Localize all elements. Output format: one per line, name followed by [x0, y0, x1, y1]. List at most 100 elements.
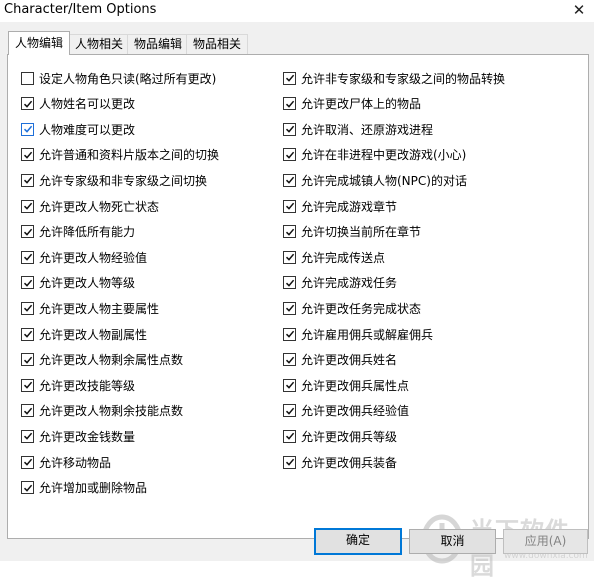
option-checkbox-row[interactable]: 允许更改人物等级	[21, 274, 135, 292]
option-checkbox-row[interactable]: 允许更改佣兵装备	[283, 453, 397, 471]
option-label: 允许普通和资料片版本之间的切换	[39, 148, 220, 163]
option-checkbox-row[interactable]: 允许更改人物剩余属性点数	[21, 351, 183, 369]
option-checkbox-row[interactable]: 人物姓名可以更改	[21, 95, 135, 113]
checkbox-checked-icon[interactable]	[283, 71, 296, 85]
option-label: 允许更改人物剩余技能点数	[39, 404, 184, 419]
option-checkbox-row[interactable]: 允许更改佣兵属性点	[283, 376, 409, 394]
option-checkbox-row[interactable]: 允许专家级和非专家级之间切换	[21, 171, 207, 189]
option-label: 允许更改金钱数量	[39, 429, 136, 444]
option-checkbox-row[interactable]: 允许完成游戏章节	[283, 197, 397, 215]
option-checkbox-row[interactable]: 允许非专家级和专家级之间的物品转换	[283, 69, 505, 87]
checkbox-checked-icon[interactable]	[283, 97, 296, 111]
option-label: 允许取消、还原游戏进程	[301, 122, 434, 137]
checkbox-checked-icon[interactable]	[21, 225, 34, 239]
option-label: 允许更改人物剩余属性点数	[39, 353, 184, 368]
option-checkbox-row[interactable]: 允许在非进程中更改游戏(小心)	[283, 146, 466, 164]
option-label: 允许更改人物经验值	[39, 250, 148, 265]
option-label: 允许更改人物副属性	[39, 327, 148, 342]
option-checkbox-row[interactable]: 允许更改人物主要属性	[21, 299, 159, 317]
option-label: 允许更改佣兵经验值	[301, 404, 410, 419]
checkbox-checked-icon[interactable]	[21, 378, 34, 392]
apply-button[interactable]: 应用(A)	[503, 529, 588, 554]
checkbox-checked-icon[interactable]	[283, 199, 296, 213]
option-checkbox-row[interactable]: 允许更改任务完成状态	[283, 299, 421, 317]
option-label: 允许更改佣兵属性点	[301, 378, 410, 393]
checkbox-checked-icon[interactable]	[283, 301, 296, 315]
option-checkbox-row[interactable]: 允许降低所有能力	[21, 223, 135, 241]
checkbox-checked-icon[interactable]	[21, 173, 34, 187]
checkbox-checked-icon[interactable]	[21, 353, 34, 367]
checkbox-checked-icon[interactable]	[283, 429, 296, 443]
option-checkbox-row[interactable]: 允许更改人物经验值	[21, 248, 147, 266]
checkbox-checked-icon[interactable]	[21, 97, 34, 111]
option-label: 人物难度可以更改	[39, 122, 136, 137]
option-label: 允许更改佣兵装备	[301, 455, 398, 470]
checkbox-checked-icon[interactable]	[283, 148, 296, 162]
option-checkbox-row[interactable]: 允许切换当前所在章节	[283, 223, 421, 241]
option-checkbox-row[interactable]: 允许更改佣兵等级	[283, 427, 397, 445]
option-checkbox-row[interactable]: 允许完成游戏任务	[283, 274, 397, 292]
tab-item-related[interactable]: 物品相关	[186, 34, 249, 54]
checkbox-checked-icon[interactable]	[21, 250, 34, 264]
option-checkbox-row[interactable]: 允许更改佣兵经验值	[283, 402, 409, 420]
option-checkbox-row[interactable]: 允许更改尸体上的物品	[283, 95, 421, 113]
option-label: 允许完成传送点	[301, 250, 386, 265]
checkbox-checked-icon[interactable]	[21, 327, 34, 341]
option-label: 允许更改佣兵姓名	[301, 353, 398, 368]
checkbox-checked-icon[interactable]	[283, 276, 296, 290]
checkbox-checked-icon[interactable]	[21, 276, 34, 290]
checkbox-checked-icon[interactable]	[283, 225, 296, 239]
close-icon[interactable]: ✕	[564, 0, 594, 20]
checkbox-checked-icon[interactable]	[283, 404, 296, 418]
checkbox-checked-icon[interactable]	[21, 455, 34, 469]
checkbox-checked-icon[interactable]	[21, 199, 34, 213]
checkbox-checked-icon[interactable]	[283, 378, 296, 392]
option-label: 允许更改人物死亡状态	[39, 199, 160, 214]
checkbox-checked-icon[interactable]	[283, 173, 296, 187]
checkbox-checked-icon[interactable]	[283, 250, 296, 264]
tab-character-related[interactable]: 人物相关	[68, 34, 131, 54]
option-label: 允许雇用佣兵或解雇佣兵	[301, 327, 434, 342]
option-checkbox-row[interactable]: 允许更改技能等级	[21, 376, 135, 394]
checkbox-checked-icon[interactable]	[21, 301, 34, 315]
checkbox-checked-icon[interactable]	[21, 148, 34, 162]
checkbox-unchecked-icon[interactable]	[21, 71, 34, 85]
checkbox-checked-icon[interactable]	[21, 122, 34, 136]
option-label: 允许移动物品	[39, 455, 112, 470]
checkbox-checked-icon[interactable]	[21, 429, 34, 443]
option-label: 允许专家级和非专家级之间切换	[39, 173, 208, 188]
checkbox-checked-icon[interactable]	[21, 404, 34, 418]
option-checkbox-row[interactable]: 允许增加或删除物品	[21, 479, 147, 497]
option-checkbox-row[interactable]: 允许更改人物死亡状态	[21, 197, 159, 215]
cancel-button[interactable]: 取消	[409, 529, 496, 554]
option-checkbox-row[interactable]: 允许更改人物副属性	[21, 325, 147, 343]
checkbox-checked-icon[interactable]	[283, 327, 296, 341]
option-checkbox-row[interactable]: 允许移动物品	[21, 453, 111, 471]
option-label: 允许非专家级和专家级之间的物品转换	[301, 71, 506, 86]
options-panel: 设定人物角色只读(略过所有更改) 人物姓名可以更改人物难度可以更改允许普通和资料片…	[7, 54, 589, 539]
option-checkbox-row[interactable]: 允许更改金钱数量	[21, 427, 135, 445]
checkbox-checked-icon[interactable]	[283, 353, 296, 367]
option-checkbox-row[interactable]: 设定人物角色只读(略过所有更改)	[21, 69, 216, 87]
title-bar: Character/Item Options ✕	[0, 0, 594, 22]
tab-item-edit[interactable]: 物品编辑	[127, 34, 190, 54]
option-checkbox-row[interactable]: 允许完成城镇人物(NPC)的对话	[283, 171, 467, 189]
ok-button[interactable]: 确定	[314, 528, 402, 555]
tab-character-edit[interactable]: 人物编辑	[8, 31, 71, 55]
option-checkbox-row[interactable]: 允许取消、还原游戏进程	[283, 120, 433, 138]
option-checkbox-row[interactable]: 允许更改佣兵姓名	[283, 351, 397, 369]
option-checkbox-row[interactable]: 允许完成传送点	[283, 248, 385, 266]
option-label: 允许更改尸体上的物品	[301, 97, 422, 112]
option-checkbox-row[interactable]: 人物难度可以更改	[21, 120, 135, 138]
option-label: 允许增加或删除物品	[39, 481, 148, 496]
option-label: 允许完成城镇人物(NPC)的对话	[301, 173, 467, 188]
checkbox-checked-icon[interactable]	[21, 481, 34, 495]
option-label: 允许更改任务完成状态	[301, 301, 422, 316]
checkbox-checked-icon[interactable]	[283, 455, 296, 469]
checkbox-checked-icon[interactable]	[283, 122, 296, 136]
option-checkbox-row[interactable]: 允许更改人物剩余技能点数	[21, 402, 183, 420]
option-checkbox-row[interactable]: 允许雇用佣兵或解雇佣兵	[283, 325, 433, 343]
option-label: 允许更改技能等级	[39, 378, 136, 393]
option-checkbox-row[interactable]: 允许普通和资料片版本之间的切换	[21, 146, 219, 164]
option-label: 允许更改佣兵等级	[301, 429, 398, 444]
